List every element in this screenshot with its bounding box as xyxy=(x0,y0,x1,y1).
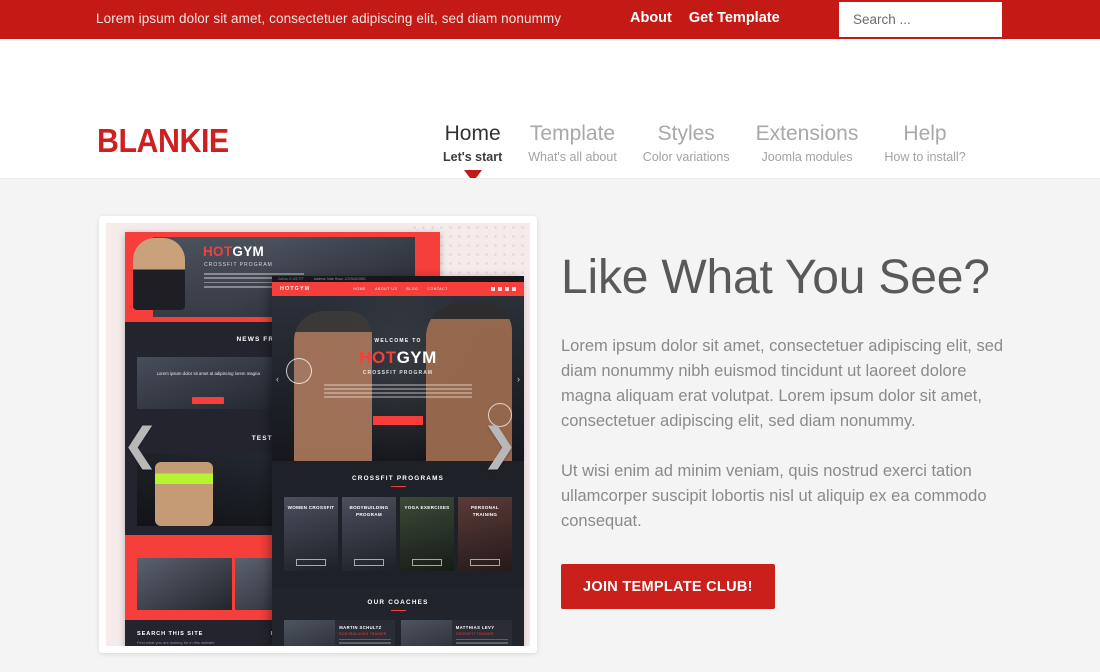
preview-front-logo: HOTGYM xyxy=(280,286,311,292)
nav-title-home: Home xyxy=(444,122,501,145)
preview-back-search-col: SEARCH THIS SITE Find what you are looki… xyxy=(137,631,255,646)
preview-front-hero-lines xyxy=(324,384,472,400)
nav-item-template[interactable]: Template What's all about xyxy=(515,121,630,182)
preview-back-athlete-photo xyxy=(133,238,185,310)
preview-front-program-card: BODYBUILDING PROGRAM xyxy=(342,497,396,572)
preview-front-brand-gym: GYM xyxy=(396,348,437,367)
preview-front-menu: HOME ABOUT US BLOG CONTACT xyxy=(353,287,448,291)
nav-item-extensions[interactable]: Extensions Joomla modules xyxy=(743,121,872,182)
preview-front-brand-hot: HOT xyxy=(359,348,397,367)
nav-sub-extensions: Joomla modules xyxy=(761,150,853,164)
preview-front-coach-photo xyxy=(400,620,452,646)
preview-front-coach-role: CROSSFIT TRAINER xyxy=(455,632,494,637)
preview-front-programs-title: CROSSFIT PROGRAMS xyxy=(351,475,445,482)
top-bar: Lorem ipsum dolor sit amet, consectetuer… xyxy=(0,0,1100,39)
preview-front-program-button xyxy=(470,559,500,567)
nav-item-help[interactable]: Help How to install? xyxy=(871,121,978,182)
preview-front-coach-info: MATTHIAS LEVY CROSSFIT TRAINER xyxy=(451,620,512,646)
preview-front-program-button xyxy=(354,559,384,567)
preview-front-coach-name: MARTIN SCHULTZ xyxy=(339,625,382,631)
preview-front-coach-info: MARTIN SCHULTZ BODYBUILDING TRAINER xyxy=(335,620,396,646)
nav-item-home[interactable]: Home Let's start xyxy=(430,121,515,182)
nav-sub-home: Let's start xyxy=(443,150,503,164)
preview-front-coach-card: MATTHIAS LEVY CROSSFIT TRAINER xyxy=(400,620,513,646)
preview-front-program-card: WOMEN CROSSFIT xyxy=(284,497,338,572)
instagram-icon xyxy=(505,287,509,291)
preview-front-brand: HOTGYM xyxy=(272,348,524,368)
twitter-icon xyxy=(498,287,502,291)
youtube-icon xyxy=(512,287,516,291)
preview-front-navbar: HOTGYM HOME ABOUT US BLOG CONTACT xyxy=(272,282,524,296)
nav-sub-template: What's all about xyxy=(528,150,617,164)
preview-front-coaches-section: OUR COACHES MARTIN SCHULTZ BODYBUILDING … xyxy=(272,587,524,646)
nav-title-extensions: Extensions xyxy=(755,122,859,145)
preview-front-coach-card: MARTIN SCHULTZ BODYBUILDING TRAINER xyxy=(284,620,396,646)
preview-front-menu-item: CONTACT xyxy=(427,287,448,291)
nav-title-styles: Styles xyxy=(657,122,715,145)
preview-front-coach-photo xyxy=(284,620,336,646)
page-title: Like What You See? xyxy=(561,251,990,304)
preview-front-program-card: PERSONAL TRAINING xyxy=(458,497,512,572)
preview-back-brand-gym: GYM xyxy=(232,244,265,259)
site-header: BLANKIE Home Let's start Template What's… xyxy=(0,39,1100,182)
preview-back-brand-sub: CROSSFIT PROGRAM xyxy=(204,262,273,268)
preview-front-welcome: WELCOME TO xyxy=(374,338,422,344)
preview-back-news-caption: Lorem ipsum dolor sit amet at adipiscing… xyxy=(156,370,260,376)
topbar-link-get-template[interactable]: Get Template xyxy=(689,10,780,26)
site-logo[interactable]: BLANKIE xyxy=(97,124,229,157)
preview-front-info-right: Address: Main Road, 123 BUILDING xyxy=(313,277,366,281)
nav-sub-styles: Color variations xyxy=(642,150,730,164)
preview-front-menu-item: ABOUT US xyxy=(375,287,398,291)
topbar-link-about[interactable]: About xyxy=(630,10,672,26)
preview-front-coach-role: BODYBUILDING TRAINER xyxy=(339,632,387,637)
preview-front-next-icon: › xyxy=(517,374,520,384)
template-preview-card[interactable]: HOTGYM CROSSFIT PROGRAM NEWS FROM OUR GY… xyxy=(99,216,537,653)
preview-front-program-name: PERSONAL TRAINING xyxy=(471,505,499,517)
hero-paragraph-1: Lorem ipsum dolor sit amet, consectetuer… xyxy=(561,337,1004,430)
preview-back-brand: HOTGYM xyxy=(203,244,264,259)
preview-front-program-name: BODYBUILDING PROGRAM xyxy=(349,505,389,517)
preview-back-search-title: SEARCH THIS SITE xyxy=(137,631,204,638)
preview-back-news-card: Lorem ipsum dolor sit amet at adipiscing… xyxy=(137,356,280,409)
hero-text-column: Like What You See? Lorem ipsum dolor sit… xyxy=(561,249,1011,609)
hero-paragraph-2: Ut wisi enim ad minim veniam, quis nostr… xyxy=(561,462,987,530)
preview-front-program-name: YOGA EXERCISES xyxy=(404,505,450,511)
preview-back-search-hint: Find what you are looking for in this we… xyxy=(137,640,215,646)
preview-front-menu-item: HOME xyxy=(353,287,367,291)
preview-back-testimonial-photo xyxy=(155,462,213,527)
preview-front-program-card: YOGA EXERCISES xyxy=(400,497,454,572)
topbar-tagline: Lorem ipsum dolor sit amet, consectetuer… xyxy=(96,11,562,26)
nav-title-template: Template xyxy=(529,122,616,145)
preview-front-social-icons xyxy=(491,287,516,291)
preview-back-news-button xyxy=(192,396,225,404)
preview-front-program-button xyxy=(412,559,442,567)
search-input[interactable] xyxy=(839,2,1002,37)
preview-front-program-button xyxy=(296,559,326,567)
preview-front-brand-sub: CROSSFIT PROGRAM xyxy=(362,370,434,376)
preview-front-programs-row: WOMEN CROSSFIT BODYBUILDING PROGRAM YOGA… xyxy=(272,487,524,587)
preview-front-prev-icon: ‹ xyxy=(276,374,279,384)
preview-front-menu-item: BLOG xyxy=(406,287,419,291)
facebook-icon xyxy=(491,287,495,291)
join-template-club-button[interactable]: JOIN TEMPLATE CLUB! xyxy=(561,564,775,609)
preview-front-program-name: WOMEN CROSSFIT xyxy=(287,505,335,511)
preview-front-coach-name: MATTHIAS LEVY xyxy=(455,625,495,631)
hero-section: HOTGYM CROSSFIT PROGRAM NEWS FROM OUR GY… xyxy=(0,178,1100,672)
main-navigation: Home Let's start Template What's all abo… xyxy=(430,121,979,182)
preview-back-brand-hot: HOT xyxy=(203,244,233,259)
topbar-links: About Get Template xyxy=(630,10,780,26)
nav-item-styles[interactable]: Styles Color variations xyxy=(630,121,743,182)
preview-front-info-left: Call us: 0 123 777 xyxy=(278,277,304,281)
nav-title-help: Help xyxy=(903,122,947,145)
preview-front-coaches-row: MARTIN SCHULTZ BODYBUILDING TRAINER MATT… xyxy=(272,611,524,646)
preview-front-hero-button xyxy=(373,416,423,425)
nav-sub-help: How to install? xyxy=(884,150,966,164)
preview-front-programs-section: CROSSFIT PROGRAMS WOMEN CROSSFIT BODYBUI… xyxy=(272,461,524,587)
slider-next-icon[interactable]: ❯ xyxy=(481,423,518,467)
slider-prev-icon[interactable]: ❮ xyxy=(122,423,159,467)
template-screenshot: HOTGYM CROSSFIT PROGRAM NEWS FROM OUR GY… xyxy=(106,223,530,646)
preview-front-coaches-title: OUR COACHES xyxy=(367,599,429,607)
